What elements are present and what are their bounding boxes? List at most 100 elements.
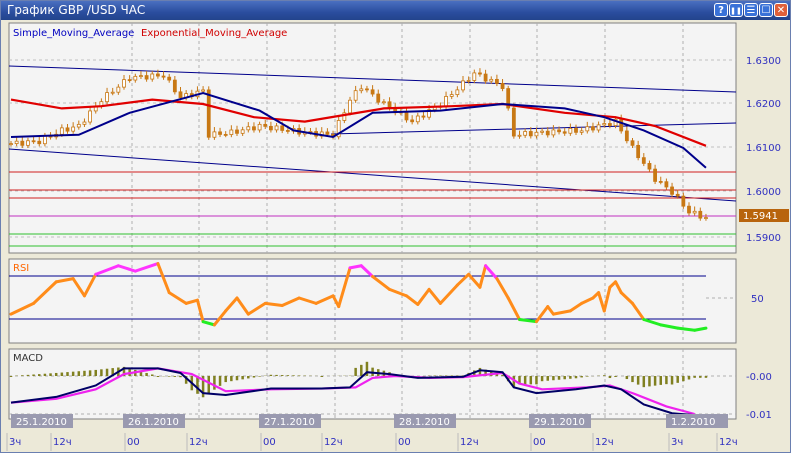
time-tick-label: 00 xyxy=(127,437,140,448)
candle xyxy=(523,131,528,136)
price-tick-label: 1.6200 xyxy=(746,99,781,110)
candle xyxy=(557,129,561,133)
candle xyxy=(466,80,471,82)
candle xyxy=(376,93,381,103)
candle xyxy=(681,195,686,207)
candle xyxy=(155,73,160,77)
candle xyxy=(325,131,330,135)
title-bar: График GBP /USD ЧАС ? ❚❚ ☰ ☐ ✕ xyxy=(1,1,790,20)
candle xyxy=(365,88,369,91)
candle xyxy=(59,127,64,135)
candle xyxy=(133,75,138,81)
candle xyxy=(161,75,166,78)
rsi-segment xyxy=(518,318,538,324)
candle xyxy=(692,210,697,214)
candle xyxy=(653,168,657,182)
candle xyxy=(624,130,629,142)
rsi-segment xyxy=(676,326,697,332)
time-tick-label: 00 xyxy=(398,437,411,448)
candle xyxy=(31,140,36,143)
candle xyxy=(263,123,268,127)
candle xyxy=(240,129,245,134)
rsi-pane xyxy=(8,258,737,344)
candle xyxy=(274,125,279,131)
candle xyxy=(20,140,25,146)
window-title: График GBP /USD ЧАС xyxy=(7,3,146,17)
candle xyxy=(223,134,228,136)
date-label: 29.1.2010 xyxy=(534,417,585,428)
candle xyxy=(602,123,607,126)
legend-ema: Exponential_Moving_Average xyxy=(141,28,287,39)
candle xyxy=(528,131,533,137)
candle xyxy=(415,115,420,123)
time-tick-label: 3ч xyxy=(9,437,21,448)
minimize-button[interactable]: ☰ xyxy=(744,3,758,17)
candle xyxy=(461,80,465,91)
candle xyxy=(585,126,590,132)
macd-label: MACD xyxy=(13,353,43,364)
time-tick-label: 00 xyxy=(263,437,276,448)
candle xyxy=(127,79,132,82)
candle xyxy=(116,86,121,93)
candle xyxy=(455,89,460,95)
candle xyxy=(257,123,262,131)
candle xyxy=(206,89,211,138)
candle xyxy=(150,73,155,80)
candle xyxy=(647,163,652,170)
time-tick-label: 00 xyxy=(533,437,546,448)
candle xyxy=(167,76,172,81)
maximize-button[interactable]: ☐ xyxy=(759,3,773,17)
candle xyxy=(43,135,47,145)
candle xyxy=(511,107,516,137)
candle xyxy=(218,131,222,135)
chart-window: График GBP /USD ЧАС ? ❚❚ ☰ ☐ ✕ 1.6300 1.6… xyxy=(0,0,791,453)
chart-area[interactable]: 1.6300 1.6200 1.6100 1.6000 1.5900 1.5941 Simp… xyxy=(1,20,790,452)
price-tick-label: 1.5900 xyxy=(746,233,781,244)
candle xyxy=(268,125,273,131)
rsi-tick-label: 50 xyxy=(751,294,764,305)
candle xyxy=(172,79,177,93)
time-tick-label: 12ч xyxy=(460,437,479,448)
macd-pane xyxy=(8,348,737,420)
legend-sma: Simple_Moving_Average xyxy=(13,28,134,39)
date-label: 26.1.2010 xyxy=(128,417,179,428)
rsi-segment xyxy=(348,264,363,270)
candle xyxy=(285,130,290,132)
candle xyxy=(82,121,87,125)
candle xyxy=(88,110,92,123)
candle xyxy=(687,205,691,214)
candle xyxy=(144,75,149,80)
candle xyxy=(444,96,448,107)
time-tick-label: 12ч xyxy=(719,437,738,448)
time-tick-label: 12ч xyxy=(324,437,343,448)
time-tick-label: 12ч xyxy=(595,437,614,448)
pause-button[interactable]: ❚❚ xyxy=(729,3,743,17)
candle xyxy=(568,127,573,134)
help-button[interactable]: ? xyxy=(714,3,728,17)
candle xyxy=(664,181,669,188)
candle xyxy=(421,115,426,118)
close-button[interactable]: ✕ xyxy=(774,3,788,17)
candle xyxy=(110,91,115,94)
date-label: 1.2.2010 xyxy=(671,417,716,428)
candle xyxy=(483,73,488,82)
candle xyxy=(489,78,494,82)
candle xyxy=(704,217,708,219)
candle xyxy=(641,157,646,164)
candle xyxy=(630,140,635,146)
candle xyxy=(178,91,183,99)
candle xyxy=(246,126,251,131)
candle xyxy=(71,126,76,132)
candle xyxy=(472,72,477,81)
candle xyxy=(517,134,522,137)
candle xyxy=(410,119,415,123)
candle xyxy=(212,131,217,138)
macd-tick-label: -0.01 xyxy=(746,410,772,421)
candle xyxy=(359,88,364,92)
candle xyxy=(698,210,703,219)
candle xyxy=(201,89,206,92)
candle xyxy=(551,129,556,136)
candle xyxy=(579,130,584,133)
candle xyxy=(252,126,256,131)
date-label: 28.1.2010 xyxy=(399,417,450,428)
